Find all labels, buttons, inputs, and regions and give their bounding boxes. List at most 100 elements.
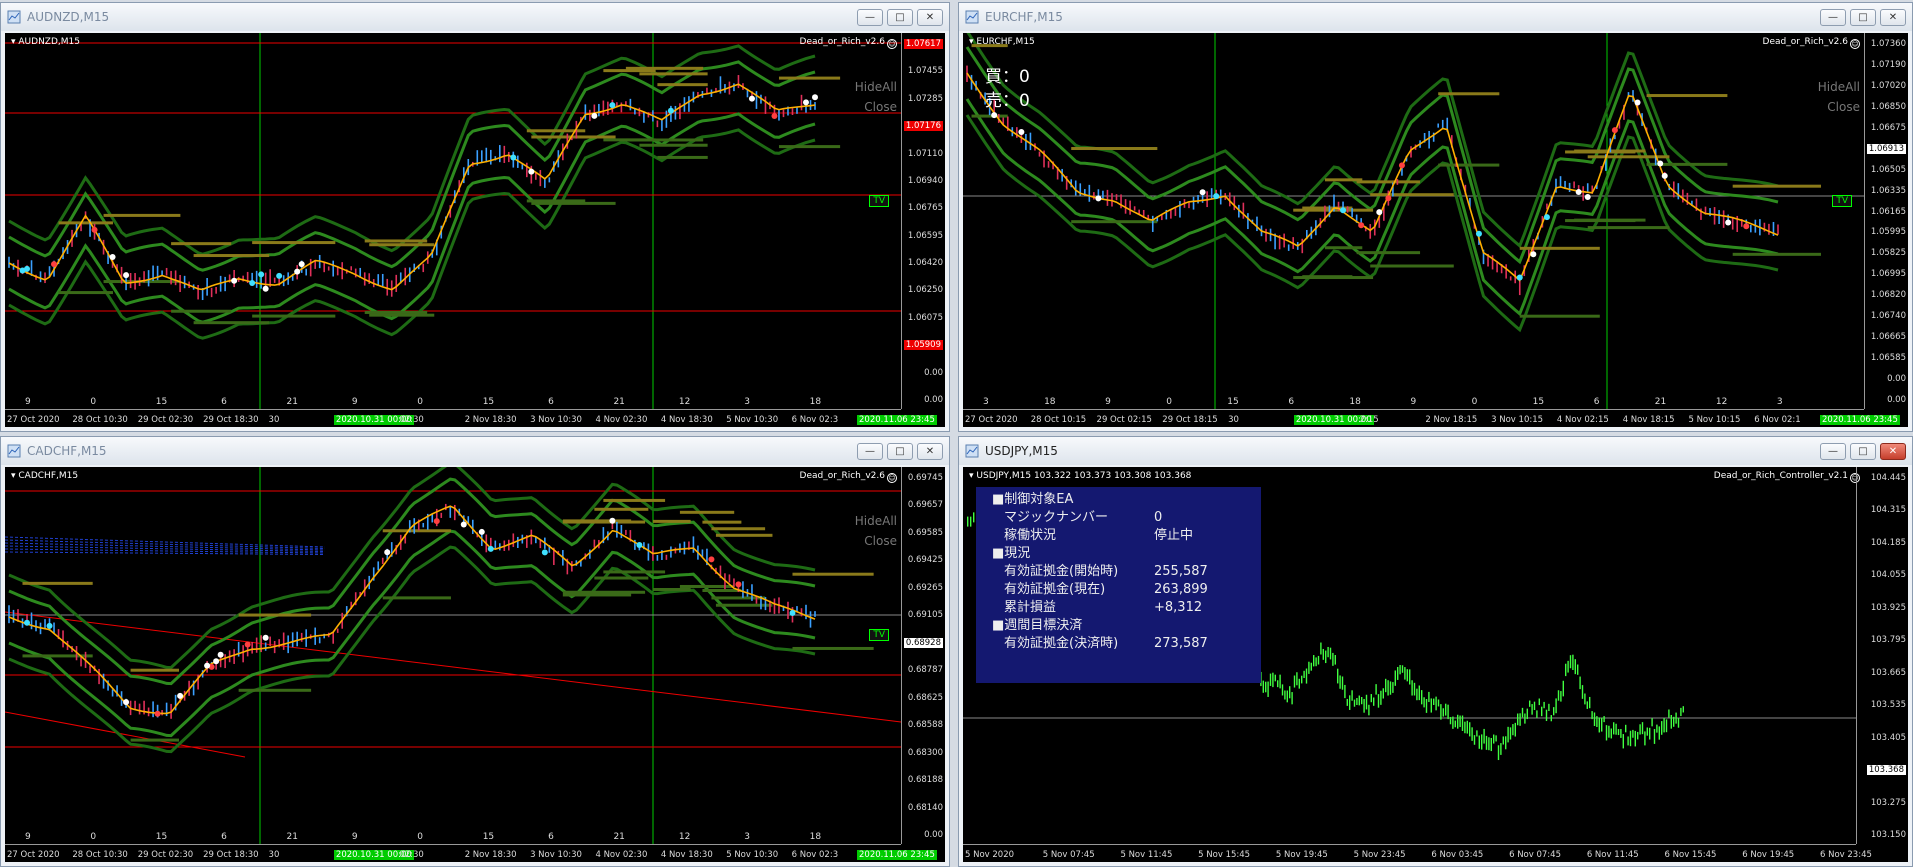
- candle: [395, 274, 398, 292]
- signal-marker: [1725, 219, 1732, 226]
- minimize-button[interactable]: —: [1820, 443, 1846, 460]
- candle: [1476, 730, 1478, 737]
- hideall-button[interactable]: HideAll: [1818, 77, 1860, 97]
- resistance-level: [22, 581, 93, 585]
- candle: [1370, 694, 1372, 703]
- resistance-level: [1646, 94, 1728, 98]
- maximize-button[interactable]: □: [1850, 9, 1876, 26]
- tv-button[interactable]: TV: [869, 195, 889, 207]
- signal-marker: [1543, 214, 1550, 221]
- maximize-button[interactable]: □: [1850, 443, 1876, 460]
- candle: [800, 608, 803, 617]
- support-level: [1324, 246, 1363, 250]
- candle: [1483, 728, 1485, 744]
- price-tick: 0.00: [924, 830, 943, 840]
- candle: [255, 637, 258, 653]
- time-tick: 4 Nov 18:30: [660, 850, 713, 860]
- window-usdjpy: USDJPY,M15 — □ ✕ ▾ USDJPY,M15 103.322 10…: [958, 436, 1913, 867]
- upper-time-tick: 15: [1532, 397, 1545, 407]
- close-button[interactable]: ✕: [1880, 9, 1906, 26]
- candle: [291, 632, 294, 648]
- close-label-button[interactable]: Close: [855, 531, 897, 551]
- time-tick: 2020.11.06 23:45: [1820, 415, 1900, 425]
- minimize-button[interactable]: —: [857, 443, 883, 460]
- resistance-level: [711, 527, 766, 531]
- signal-marker: [217, 651, 224, 658]
- candle: [679, 103, 681, 120]
- maximize-button[interactable]: □: [887, 9, 913, 26]
- candle: [787, 601, 789, 619]
- candle: [544, 179, 546, 188]
- hideall-control[interactable]: HideAll Close: [855, 511, 897, 551]
- titlebar-eurchf[interactable]: EURCHF,M15: [959, 3, 1912, 31]
- candle: [273, 277, 276, 283]
- chart-area-eurchf[interactable]: ▾ EURCHF,M15 Dead_or_Rich_v2.6 ☺ 買：0 売：0 H…: [963, 33, 1908, 427]
- time-tick: 5 Nov 2020: [965, 850, 1015, 860]
- close-button[interactable]: ✕: [917, 443, 943, 460]
- close-button[interactable]: ✕: [1880, 443, 1906, 460]
- time-tick: 3 Nov 10:30: [530, 850, 582, 860]
- candle: [728, 574, 731, 583]
- candle: [1579, 676, 1581, 690]
- candle: [1663, 718, 1665, 733]
- candle: [1151, 215, 1154, 232]
- candle: [1129, 200, 1131, 215]
- maximize-button[interactable]: □: [887, 443, 913, 460]
- candle: [1543, 701, 1545, 709]
- resistance-level: [702, 520, 742, 524]
- status-value: 停止中: [1154, 528, 1194, 543]
- tv-button[interactable]: TV: [869, 629, 889, 641]
- candle: [755, 596, 758, 604]
- candle: [1502, 736, 1504, 745]
- time-tick: 5 Nov 10:30: [726, 415, 779, 425]
- support-level: [1302, 275, 1353, 279]
- chart-area-cadchf[interactable]: ▾ CADCHF,M15 Dead_or_Rich_v2.6 ☺ HideAll C…: [5, 467, 945, 862]
- close-label-button[interactable]: Close: [1818, 97, 1860, 117]
- close-button[interactable]: ✕: [917, 9, 943, 26]
- titlebar-cadchf[interactable]: CADCHF,M15: [1, 437, 949, 465]
- titlebar-audnzd[interactable]: AUDNZD,M15: [1, 3, 949, 31]
- candle: [1298, 678, 1300, 689]
- hideall-control[interactable]: HideAll Close: [855, 77, 897, 117]
- price-tick: 0.68787: [907, 665, 943, 676]
- close-label-button[interactable]: Close: [855, 97, 897, 117]
- support-level: [639, 143, 708, 147]
- minimize-button[interactable]: —: [857, 9, 883, 26]
- upper-time-tick: 3: [983, 397, 989, 407]
- upper-time-tick: 3: [744, 832, 750, 842]
- hideall-button[interactable]: HideAll: [855, 511, 897, 531]
- support-level: [382, 596, 451, 600]
- candle: [1577, 664, 1579, 675]
- candle: [1646, 727, 1648, 736]
- candle: [323, 262, 325, 273]
- time-tick: 4 Nov 18:15: [1622, 415, 1675, 425]
- titlebar-usdjpy[interactable]: USDJPY,M15: [959, 437, 1912, 465]
- candle: [1093, 192, 1095, 200]
- tv-button[interactable]: TV: [1832, 195, 1852, 207]
- hideall-button[interactable]: HideAll: [855, 77, 897, 97]
- candle: [1682, 706, 1684, 713]
- hideall-control[interactable]: HideAll Close: [1818, 77, 1860, 117]
- candle: [539, 170, 542, 187]
- chart-area-usdjpy[interactable]: ▾ USDJPY,M15 103.322 103.373 103.308 103…: [963, 467, 1908, 862]
- candle: [1509, 727, 1512, 740]
- candle: [1485, 735, 1488, 750]
- candle: [692, 536, 695, 553]
- signal-marker: [1661, 172, 1668, 179]
- candle: [1272, 672, 1274, 688]
- candle: [1269, 673, 1272, 686]
- minimize-button[interactable]: —: [1820, 9, 1846, 26]
- candle: [1545, 709, 1548, 722]
- time-tick: 3 Nov 10:30: [530, 415, 582, 425]
- candle: [706, 87, 708, 94]
- candle: [1557, 690, 1560, 701]
- candle: [242, 645, 244, 663]
- candle: [1349, 695, 1351, 710]
- chart-area-audnzd[interactable]: ▾ AUDNZD,M15 Dead_or_Rich_v2.6 ☺ HideAll C…: [5, 33, 945, 427]
- candle: [62, 630, 64, 648]
- candle: [1713, 207, 1716, 225]
- time-tick: 30: [268, 850, 280, 860]
- candle: [1242, 202, 1245, 219]
- price-tick: 104.445: [1870, 473, 1906, 483]
- candle: [1233, 196, 1236, 211]
